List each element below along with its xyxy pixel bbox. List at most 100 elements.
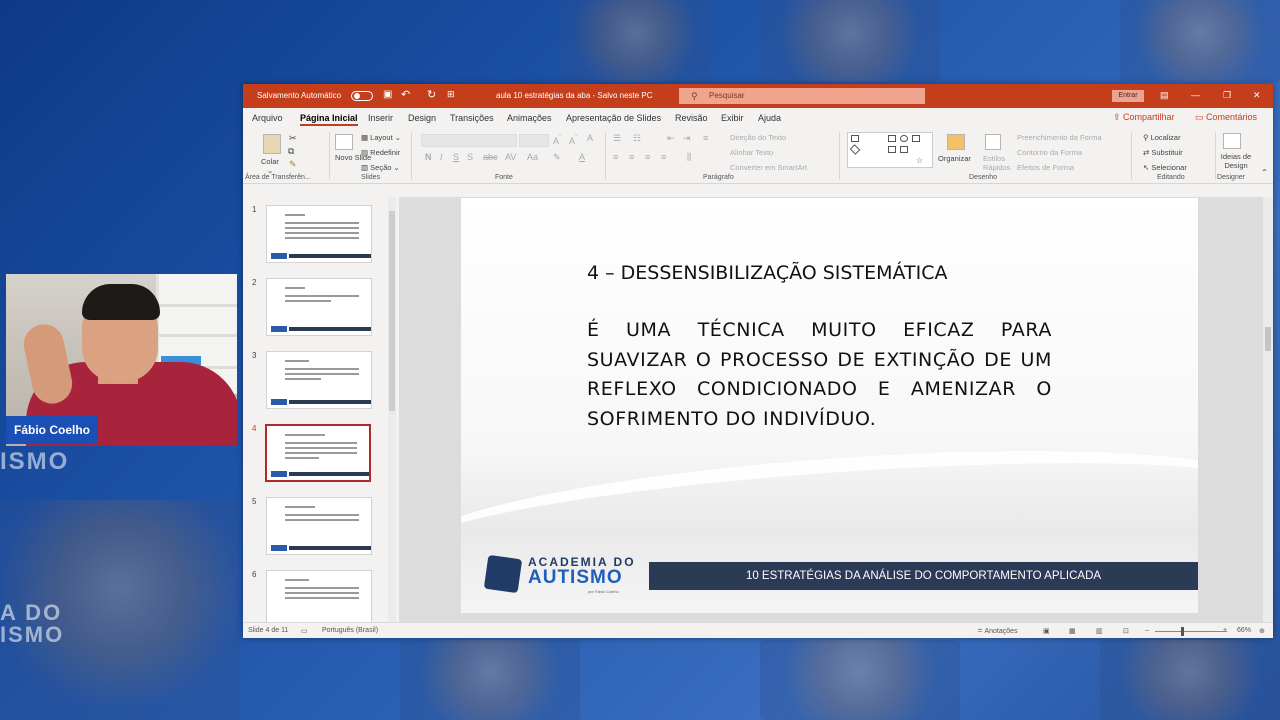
italic-icon[interactable]: I [440, 152, 443, 162]
line-spacing-icon[interactable]: ≡ [703, 133, 708, 143]
tab-arquivo[interactable]: Arquivo [252, 113, 283, 123]
share-button[interactable]: ⇪ Compartilhar [1113, 112, 1175, 123]
outdent-icon[interactable]: ⇥ [683, 133, 691, 144]
slide-thumbnail[interactable] [266, 570, 372, 622]
slide-thumbnail[interactable] [266, 497, 372, 555]
spacing-icon[interactable]: AV [505, 152, 516, 162]
slide-thumbnail[interactable] [266, 351, 372, 409]
paste-button[interactable]: Colar [261, 157, 279, 166]
format-painter-icon[interactable]: ✎ [289, 159, 297, 170]
shadow-icon[interactable]: S [467, 152, 473, 162]
shape-fill-button[interactable]: Preenchimento da Forma [1017, 133, 1102, 142]
shape-effects-button[interactable]: Efeitos de Forma [1017, 163, 1074, 172]
reading-view-icon[interactable]: ▥ [1096, 627, 1103, 635]
select-button[interactable]: ↖ Selecionar [1143, 163, 1187, 172]
case-icon[interactable]: Aa [527, 152, 538, 162]
paste-icon[interactable] [263, 134, 281, 154]
slideshow-view-icon[interactable]: ⊡ [1123, 627, 1129, 635]
grow-font-icon[interactable]: Aˆ [553, 133, 562, 146]
collapse-ribbon-icon[interactable]: ⌃ [1261, 168, 1268, 177]
tab-inserir[interactable]: Inserir [368, 113, 393, 123]
slide-thumbnail[interactable] [266, 205, 372, 263]
slide-footer-banner: 10 ESTRATÉGIAS DA ANÁLISE DO COMPORTAMEN… [649, 562, 1198, 590]
undo-icon[interactable]: ↶ [401, 88, 410, 101]
font-name-select[interactable] [421, 134, 517, 147]
zoom-slider-thumb[interactable] [1181, 627, 1184, 636]
cut-icon[interactable]: ✂ [289, 133, 297, 144]
numbering-icon[interactable]: ☷ [633, 133, 641, 144]
close-button[interactable]: ✕ [1253, 90, 1261, 101]
font-size-select[interactable] [519, 134, 549, 147]
shape-outline-button[interactable]: Contorno da Forma [1017, 148, 1082, 157]
indent-icon[interactable]: ⇤ [667, 133, 675, 144]
shrink-font-icon[interactable]: Aˇ [569, 133, 578, 146]
notes-button[interactable]: ≐ Anotações [977, 627, 1018, 635]
fit-slide-icon[interactable]: ⊕ [1259, 627, 1265, 635]
section-button[interactable]: ▥ Seção ⌄ [361, 163, 400, 172]
bullets-icon[interactable]: ☰ [613, 133, 621, 144]
quick-styles-icon[interactable] [985, 134, 1001, 150]
columns-icon[interactable]: ⫼ [687, 152, 691, 163]
zoom-out-icon[interactable]: – [1145, 627, 1149, 634]
restore-button[interactable]: ❐ [1223, 90, 1231, 101]
editor-scrollbar[interactable] [1263, 197, 1273, 622]
design-ideas-icon[interactable] [1223, 133, 1241, 149]
signin-button[interactable]: Entrar [1112, 90, 1144, 102]
align-center-icon[interactable]: ≡ [629, 152, 634, 162]
slide-title[interactable]: 4 – DESSENSIBILIZAÇÃO SISTEMÁTICA [587, 262, 947, 284]
quick-styles-button[interactable]: Estilos Rápidos [983, 154, 1013, 172]
slide-thumbnail[interactable] [266, 278, 372, 336]
highlight-icon[interactable]: ✎ [553, 152, 561, 163]
align-right-icon[interactable]: ≡ [645, 152, 650, 162]
bold-icon[interactable]: N [425, 152, 432, 162]
minimize-button[interactable]: — [1191, 90, 1200, 100]
ribbon-display-icon[interactable]: ▤ [1160, 90, 1169, 101]
comments-button[interactable]: ▭ Comentários [1195, 112, 1257, 123]
search-input[interactable]: ⚲ Pesquisar [679, 88, 925, 104]
language[interactable]: Português (Brasil) [322, 627, 378, 634]
strikethrough-icon[interactable]: abc [483, 152, 498, 162]
arrange-button[interactable]: Organizar [938, 154, 971, 163]
powerpoint-window: Salvamento Automático ▣ ↶ ↻ ⊞ aula 10 es… [243, 84, 1273, 638]
sorter-view-icon[interactable]: ▦ [1069, 627, 1076, 635]
design-ideas-button[interactable]: Ideias de Design [1216, 152, 1256, 170]
clear-format-icon[interactable]: A [587, 133, 593, 143]
accessibility-icon[interactable]: ▭ [301, 627, 308, 635]
reset-button[interactable]: ▤ Redefinir [361, 148, 400, 157]
smartart-button[interactable]: Converter em SmartArt [730, 163, 807, 172]
tab-ajuda[interactable]: Ajuda [758, 113, 781, 123]
slide-thumbnail-active[interactable] [265, 424, 371, 482]
puzzle-logo-icon [483, 554, 523, 594]
autosave-toggle[interactable] [351, 91, 373, 101]
justify-icon[interactable]: ≡ [661, 152, 666, 162]
tab-revisao[interactable]: Revisão [675, 113, 708, 123]
new-slide-icon[interactable] [335, 134, 353, 150]
tab-exibir[interactable]: Exibir [721, 113, 744, 123]
underline-icon[interactable]: S [453, 152, 459, 162]
current-slide[interactable]: 4 – DESSENSIBILIZAÇÃO SISTEMÁTICA É UMA … [461, 198, 1198, 613]
thumbnails-scrollbar[interactable] [388, 197, 396, 622]
tab-apresentacao[interactable]: Apresentação de Slides [566, 113, 661, 123]
zoom-slider[interactable] [1155, 631, 1227, 632]
shapes-gallery[interactable]: ☆ [847, 132, 933, 168]
font-color-icon[interactable]: A [579, 152, 585, 162]
arrange-icon[interactable] [947, 134, 965, 150]
present-icon[interactable]: ⊞ [447, 89, 455, 100]
tab-pagina-inicial[interactable]: Página Inicial [300, 113, 358, 126]
zoom-level[interactable]: 66% [1237, 627, 1251, 634]
copy-icon[interactable]: ⧉ [288, 146, 294, 157]
tab-design[interactable]: Design [408, 113, 436, 123]
replace-button[interactable]: ⇄ Substituir [1143, 148, 1183, 157]
align-text-button[interactable]: Alinhar Texto [730, 148, 773, 157]
find-button[interactable]: ⚲ Localizar [1143, 133, 1181, 142]
tab-animacoes[interactable]: Animações [507, 113, 552, 123]
slide-body-text[interactable]: É UMA TÉCNICA MUITO EFICAZ PARA SUAVIZAR… [587, 316, 1052, 434]
align-left-icon[interactable]: ≡ [613, 152, 618, 162]
tab-transicoes[interactable]: Transições [450, 113, 494, 123]
save-icon[interactable]: ▣ [383, 89, 392, 100]
normal-view-icon[interactable]: ▣ [1043, 627, 1050, 635]
zoom-in-icon[interactable]: + [1223, 627, 1227, 634]
redo-icon[interactable]: ↻ [427, 88, 436, 101]
layout-button[interactable]: ▦ Layout ⌄ [361, 133, 401, 142]
text-direction-button[interactable]: Direção do Texto [730, 133, 786, 142]
